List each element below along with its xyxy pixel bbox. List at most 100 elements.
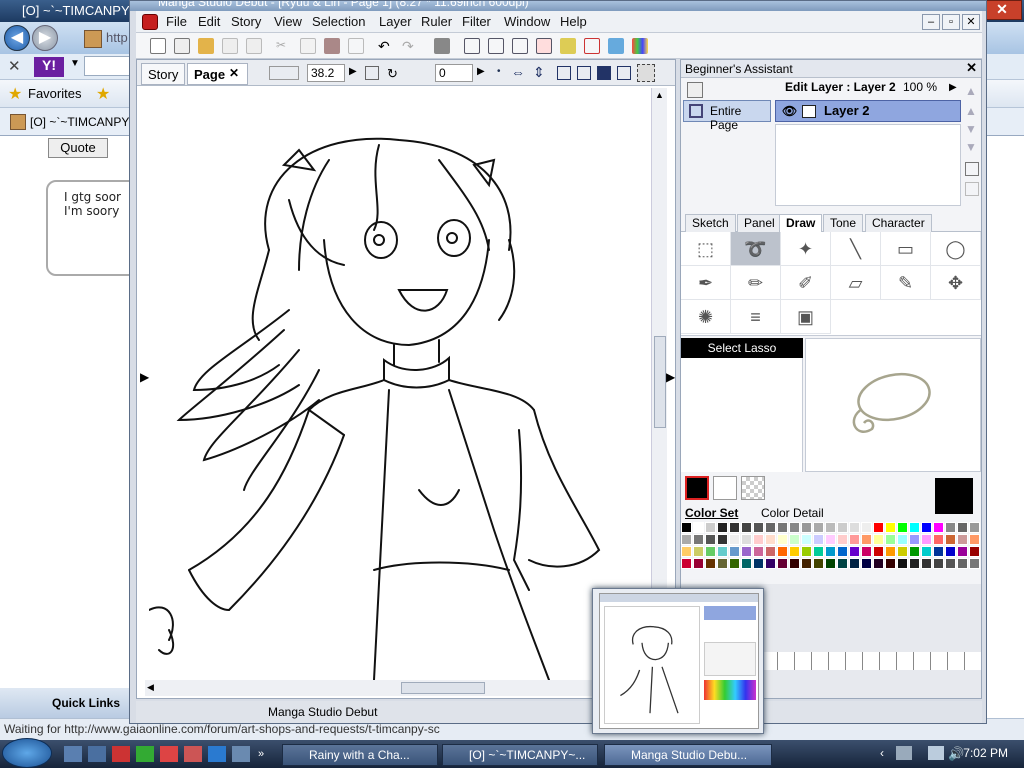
palette-swatch[interactable] [789,534,800,545]
palette-swatch[interactable] [945,546,956,557]
delete-icon[interactable] [348,38,364,54]
palette-swatch[interactable] [933,558,944,569]
palette-swatch[interactable] [801,522,812,533]
menu-window[interactable]: Window [504,14,550,29]
layer-bottom-icon[interactable]: ▼ [965,140,977,154]
show-desktop-icon[interactable] [64,746,82,762]
palette-swatch[interactable] [705,534,716,545]
pen-tool-icon[interactable]: ✒ [681,266,731,300]
tab-story[interactable]: Story [141,63,186,85]
open-icon[interactable] [198,38,214,54]
palette-swatch[interactable] [873,546,884,557]
palette-swatch[interactable] [957,546,968,557]
palette-swatch[interactable] [813,546,824,557]
palette-swatch[interactable] [897,522,908,533]
palette-swatch[interactable] [861,558,872,569]
palette-swatch[interactable] [945,534,956,545]
palette-swatch[interactable] [777,558,788,569]
palette-swatch[interactable] [957,534,968,545]
palette-swatch[interactable] [825,546,836,557]
palette-swatch[interactable] [849,534,860,545]
palette-swatch[interactable] [873,534,884,545]
delete-layer-icon[interactable] [965,182,979,196]
palette-swatch[interactable] [741,534,752,545]
color-grid-icon[interactable] [632,38,648,54]
opacity-arrow-icon[interactable]: ▶ [949,82,957,93]
palette-swatch[interactable] [825,522,836,533]
palette-swatch[interactable] [801,558,812,569]
palette-swatch[interactable] [861,522,872,533]
close-tab-icon[interactable]: ✕ [229,66,239,80]
palette-swatch[interactable] [885,558,896,569]
palette-swatch[interactable] [825,558,836,569]
clock[interactable]: 7:02 PM [963,746,1008,760]
palette-swatch[interactable] [765,558,776,569]
view-icon-1[interactable] [464,38,480,54]
tray-expand-icon[interactable]: ‹ [880,746,884,760]
palette-swatch[interactable] [861,546,872,557]
palette-swatch[interactable] [729,534,740,545]
palette-swatch[interactable] [741,522,752,533]
view-icon-3[interactable] [512,38,528,54]
fit-height-icon[interactable] [597,66,611,80]
taskbar-item[interactable]: [O] ~`~TIMCANPY~... [442,744,598,766]
selection-mode-icon[interactable] [637,64,655,82]
redo-icon[interactable]: ↷ [402,38,418,54]
palette-swatch[interactable] [789,522,800,533]
quicklaunch-icon[interactable] [88,746,106,762]
main-color-swatch[interactable] [685,476,709,500]
layer-settings-icon[interactable] [687,82,703,98]
palette-swatch[interactable] [909,522,920,533]
palette-swatch[interactable] [837,534,848,545]
palette-swatch[interactable] [717,558,728,569]
quicklaunch-icon[interactable] [112,746,130,762]
palette-swatch[interactable] [813,558,824,569]
scroll-left-icon[interactable]: ◀ [147,682,154,693]
collapse-panel-icon[interactable]: ▶ [666,370,675,384]
rotation-input[interactable]: 0 [435,64,473,82]
palette-swatch[interactable] [717,522,728,533]
palette-swatch[interactable] [921,522,932,533]
network-icon[interactable] [928,746,944,760]
tab-character[interactable]: Character [865,214,932,232]
address-field[interactable]: http [106,30,128,45]
palette-swatch[interactable] [885,522,896,533]
palette-swatch[interactable] [837,522,848,533]
menu-selection[interactable]: Selection [312,14,365,29]
palette-swatch[interactable] [957,522,968,533]
palette-swatch[interactable] [681,522,692,533]
minimize-button[interactable]: – [922,14,940,30]
palette-swatch[interactable] [681,558,692,569]
palette-swatch[interactable] [825,534,836,545]
palette-swatch[interactable] [909,558,920,569]
fit-window-icon[interactable] [557,66,571,80]
palette-swatch[interactable] [897,558,908,569]
palette-swatch[interactable] [909,546,920,557]
palette-swatch[interactable] [849,522,860,533]
magic-wand-tool-icon[interactable]: ✦ [781,232,831,266]
page-fit-icon[interactable] [365,66,379,80]
menu-view[interactable]: View [274,14,302,29]
layer-down-icon[interactable]: ▼ [965,122,977,136]
layer-row-layer2[interactable]: 👁 Layer 2 [775,100,961,122]
visibility-eye-icon[interactable]: 👁 [782,104,797,118]
ruler-icon[interactable] [617,66,631,80]
palette-swatch[interactable] [753,522,764,533]
entire-page-button[interactable]: Entire Page [683,100,771,132]
dot-icon[interactable]: • [497,66,501,77]
palette-swatch[interactable] [729,546,740,557]
print-icon[interactable] [434,38,450,54]
new-layer-icon[interactable] [965,162,979,176]
horizontal-scroll-thumb[interactable] [401,682,485,694]
palette-swatch[interactable] [705,546,716,557]
copy-icon[interactable] [300,38,316,54]
rect-select-tool-icon[interactable]: ⬚ [681,232,731,266]
palette-swatch[interactable] [837,558,848,569]
palette-swatch[interactable] [813,534,824,545]
quicklaunch-icon[interactable] [160,746,178,762]
collapse-left-icon[interactable]: ▶ [140,370,149,384]
palette-swatch[interactable] [765,546,776,557]
palette-swatch[interactable] [693,534,704,545]
palette-swatch[interactable] [969,546,980,557]
palette-swatch[interactable] [693,546,704,557]
